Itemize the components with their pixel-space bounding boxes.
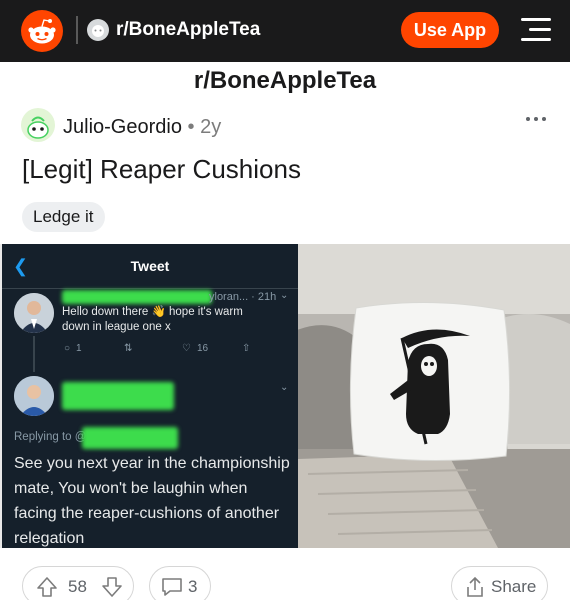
share-button[interactable]: Share <box>451 566 548 600</box>
retweet-icon: ⇅ <box>124 343 133 354</box>
post-image[interactable]: ❮ Tweet yloran... · 21h ⌄ Hello down the… <box>0 244 570 548</box>
menu-icon[interactable] <box>519 16 551 44</box>
author-name[interactable]: Julio-Geordio <box>63 116 182 138</box>
replying-to-label: Replying to @ <box>14 431 87 443</box>
reply-icon: ○ <box>64 343 71 354</box>
post-meta: Julio-Geordio • 2y <box>63 115 221 139</box>
tweet-actions: ○ 1 ⇅ ♡ 16 ⇧ <box>62 343 262 357</box>
tweet-text: Hello down there 👋 hope it's warm down i… <box>62 306 243 333</box>
tweet-header-title: Tweet <box>130 258 170 274</box>
meta-separator: • <box>187 116 195 138</box>
redaction-mark <box>82 427 178 449</box>
post-age: 2y <box>200 116 222 138</box>
redaction-mark <box>62 290 212 304</box>
downvote-icon[interactable] <box>100 575 124 599</box>
subreddit-icon[interactable] <box>87 19 109 41</box>
vote-control: 58 <box>22 566 134 600</box>
share-icon <box>467 576 483 597</box>
comment-count: 3 <box>188 577 198 596</box>
reddit-logo-icon[interactable] <box>21 10 63 52</box>
avatar <box>14 376 54 416</box>
avatar <box>14 293 54 333</box>
page-title: r/BoneAppleTea <box>193 67 377 94</box>
share-label: Share <box>491 577 537 596</box>
like-icon: ♡ <box>182 343 191 354</box>
comments-button[interactable]: 3 <box>149 566 211 600</box>
use-app-button[interactable]: Use App <box>401 12 499 48</box>
post-title[interactable]: [Legit] Reaper Cushions <box>22 153 301 185</box>
subreddit-name[interactable]: r/BoneAppleTea <box>116 18 260 42</box>
share-tweet-icon: ⇧ <box>242 343 251 354</box>
tweet-divider <box>2 288 298 289</box>
author-avatar[interactable] <box>21 108 55 142</box>
reply-count: 1 <box>76 343 82 354</box>
chevron-down-icon: ⌄ <box>280 290 289 301</box>
tweet-screenshot: ❮ Tweet yloran... · 21h ⌄ Hello down the… <box>2 244 298 548</box>
upvote-count: 58 <box>68 577 87 596</box>
thread-line <box>33 336 35 372</box>
tweet-header: ❮ Tweet <box>2 244 298 288</box>
comment-icon <box>162 578 182 596</box>
upvote-icon[interactable] <box>35 575 59 599</box>
like-count: 16 <box>197 343 209 354</box>
tweet-meta: yloran... · 21h <box>209 291 277 303</box>
chevron-down-icon: ⌄ <box>280 382 289 393</box>
top-bar: r/BoneAppleTea Use App <box>0 0 570 62</box>
redaction-mark <box>62 382 174 410</box>
reaper-cushion-photo <box>288 244 570 548</box>
header-divider <box>76 16 78 44</box>
tweet-reply-text: See you next year in the championship ma… <box>14 455 290 547</box>
replying-to: Replying to @ <box>14 431 86 443</box>
more-options-icon[interactable] <box>526 113 548 125</box>
post-flair[interactable]: Ledge it <box>22 202 105 232</box>
